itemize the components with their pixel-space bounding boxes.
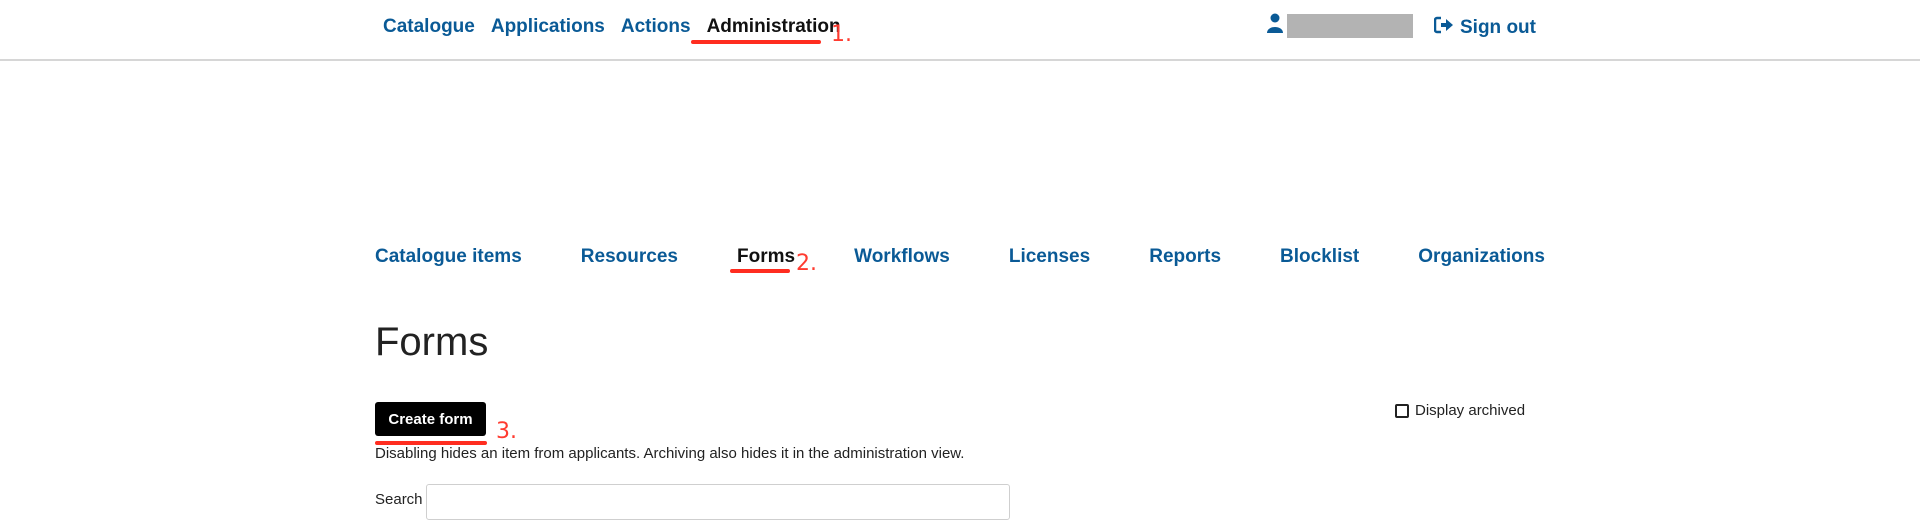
display-archived-label: Display archived — [1415, 402, 1526, 419]
annotation-step-1: 1. — [831, 22, 852, 47]
sign-out-link[interactable]: Sign out — [1433, 16, 1536, 40]
display-archived-checkbox[interactable]: Display archived — [1395, 402, 1525, 419]
admin-tabs: Catalogue items Resources Forms Workflow… — [375, 246, 1545, 268]
main-nav: Catalogue Applications Actions Administr… — [383, 16, 841, 38]
search-input[interactable] — [426, 484, 1010, 520]
nav-applications[interactable]: Applications — [491, 16, 605, 38]
top-navbar: Catalogue Applications Actions Administr… — [0, 0, 1920, 61]
username-redacted — [1287, 13, 1413, 38]
annotation-step-3: 3. — [496, 419, 517, 444]
checkbox-icon[interactable] — [1395, 403, 1409, 418]
sign-out-icon — [1433, 16, 1454, 40]
tab-workflows[interactable]: Workflows — [854, 246, 950, 268]
nav-administration[interactable]: Administration — [707, 16, 841, 38]
tab-licenses[interactable]: Licenses — [1009, 246, 1090, 268]
sign-out-label: Sign out — [1460, 17, 1536, 38]
help-text: Disabling hides an item from applicants.… — [375, 445, 965, 462]
annotation-step-2: 2. — [796, 251, 817, 276]
user-icon — [1267, 13, 1283, 38]
user-info — [1267, 13, 1413, 38]
tab-organizations[interactable]: Organizations — [1418, 246, 1545, 268]
create-form-button[interactable]: Create form — [375, 402, 486, 436]
annotation-underline-2 — [730, 269, 790, 273]
tab-forms[interactable]: Forms — [737, 246, 795, 268]
tab-blocklist[interactable]: Blocklist — [1280, 246, 1359, 268]
annotation-underline-1 — [691, 40, 821, 44]
tab-resources[interactable]: Resources — [581, 246, 678, 268]
tab-reports[interactable]: Reports — [1149, 246, 1221, 268]
page-title: Forms — [375, 320, 489, 364]
search-label: Search — [375, 491, 423, 508]
nav-catalogue[interactable]: Catalogue — [383, 16, 475, 38]
nav-actions[interactable]: Actions — [621, 16, 691, 38]
tab-catalogue-items[interactable]: Catalogue items — [375, 246, 522, 268]
